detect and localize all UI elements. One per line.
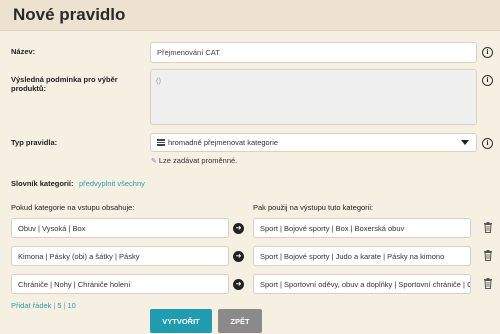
arrow-right-icon: ➜ — [233, 279, 244, 290]
row-output-category[interactable]: Sport | Sportovní oděvy, obuv a doplňky … — [253, 274, 471, 294]
condition-label: Výsledná podmínka pro výběr produktů: — [11, 75, 118, 93]
add-5-rows-link[interactable]: 5 — [57, 301, 61, 310]
output-column-header: Pak použij na výstupu tuto kategorii: — [253, 203, 374, 212]
condition-info-icon[interactable]: i — [482, 75, 493, 86]
name-input[interactable]: Přejmenování CAT — [150, 42, 477, 63]
add-row-links: Přidat řádek | 5 | 10 — [11, 301, 76, 310]
create-button[interactable]: VYTVOŘIT — [150, 309, 212, 333]
name-info-icon[interactable]: i — [482, 47, 493, 58]
variables-hint: ✎ Lze zadávat proměnné. — [151, 156, 238, 165]
page-header: Nové pravidlo — [0, 0, 500, 31]
back-button[interactable]: ZPĚT — [218, 309, 262, 333]
rule-type-info-icon[interactable]: i — [482, 138, 493, 149]
prefill-all-link[interactable]: předvyplnit všechny — [79, 179, 145, 188]
row-output-category[interactable]: Sport | Bojové sporty | Box | Boxerská o… — [253, 218, 471, 238]
rule-type-label: Typ pravidla: — [11, 138, 58, 147]
add-row-link[interactable]: Přidat řádek — [11, 301, 51, 310]
rule-type-select[interactable]: hromadně přejmenovat kategorie — [150, 133, 477, 152]
arrow-right-icon: ➜ — [233, 251, 244, 262]
trash-icon[interactable] — [483, 222, 493, 233]
rule-type-value: hromadně přejmenovat kategorie — [168, 138, 279, 147]
trash-icon[interactable] — [483, 278, 493, 289]
row-output-category[interactable]: Sport | Bojové sporty | Judo a karate | … — [253, 246, 471, 266]
row-input-category[interactable]: Obuv | Vysoká | Box — [11, 218, 229, 238]
list-icon — [157, 138, 165, 147]
input-column-header: Pokud kategorie na vstupu obsahuje: — [11, 203, 135, 212]
row-input-category[interactable]: Chrániče | Nohy | Chrániče holení — [11, 274, 229, 294]
condition-textarea[interactable]: () — [150, 69, 477, 125]
caret-down-icon — [461, 140, 469, 145]
add-10-rows-link[interactable]: 10 — [68, 301, 76, 310]
arrow-right-icon: ➜ — [233, 223, 244, 234]
dictionary-label: Slovník kategorií: — [11, 179, 74, 188]
row-input-category[interactable]: Kimona | Pásky (obi) a šátky | Pásky — [11, 246, 229, 266]
sparkle-icon: ✎ — [151, 158, 157, 165]
name-label: Název: — [11, 47, 36, 56]
page-title: Nové pravidlo — [13, 5, 126, 24]
trash-icon[interactable] — [483, 250, 493, 261]
